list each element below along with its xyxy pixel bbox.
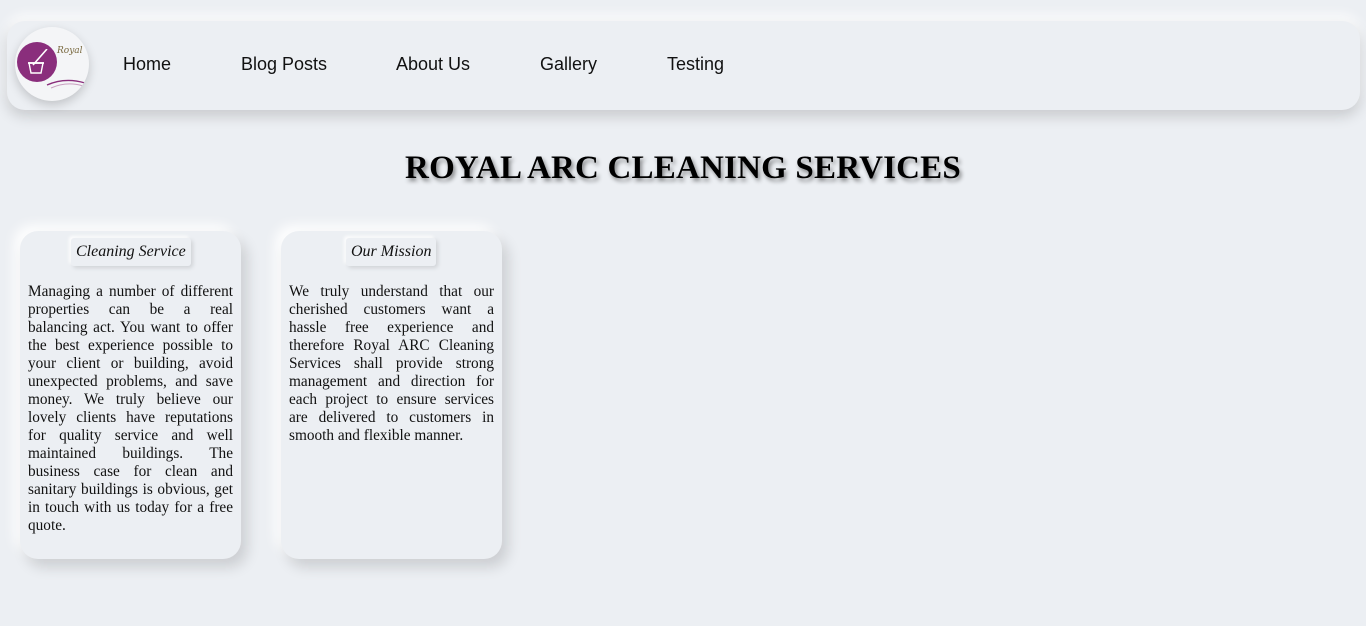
card-heading: Our Mission (346, 238, 437, 266)
page-title: ROYAL ARC CLEANING SERVICES (405, 150, 961, 186)
nav-link-testing[interactable]: Testing (667, 54, 724, 75)
card-heading: Cleaning Service (71, 238, 191, 266)
mop-bucket-icon (28, 49, 48, 74)
navbar: Royal Home Blog Posts About Us Gallery T… (7, 21, 1360, 110)
nav-link-home[interactable]: Home (123, 54, 171, 75)
card-body: Managing a number of different propertie… (28, 283, 233, 534)
nav-link-about-us[interactable]: About Us (396, 54, 470, 75)
logo[interactable]: Royal (15, 27, 89, 101)
card-body: We truly understand that our cherished c… (289, 283, 494, 444)
logo-swoosh-icon (46, 79, 86, 89)
nav-link-gallery[interactable]: Gallery (540, 54, 597, 75)
card-cleaning-service: Cleaning Service Managing a number of di… (20, 231, 241, 559)
nav-link-blog-posts[interactable]: Blog Posts (241, 54, 327, 75)
logo-text: Royal (57, 46, 83, 56)
card-our-mission: Our Mission We truly understand that our… (281, 231, 502, 559)
